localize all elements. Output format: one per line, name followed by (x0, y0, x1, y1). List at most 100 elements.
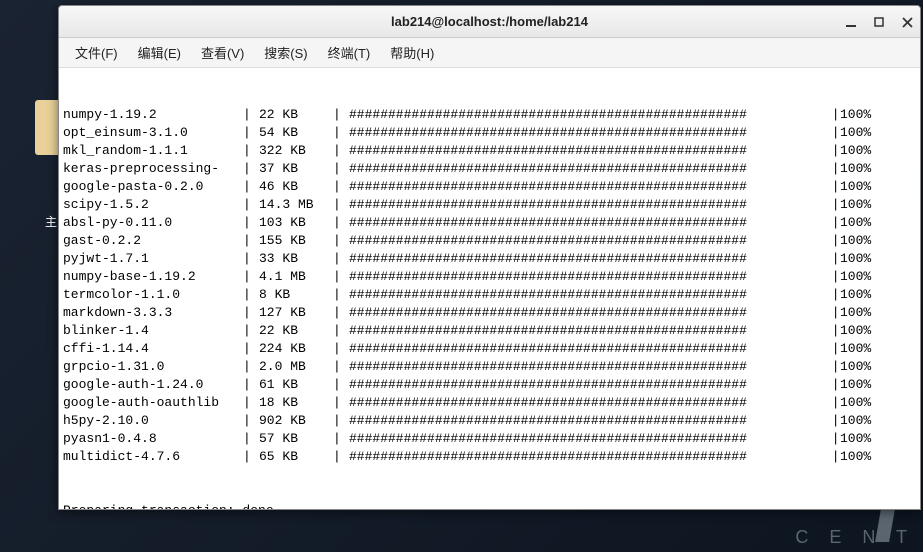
package-row: gast-0.2.2| 155 KB| ####################… (63, 232, 916, 250)
menu-view[interactable]: 查看(V) (191, 39, 254, 66)
progress-bar: ########################################… (349, 214, 824, 232)
close-button[interactable] (898, 13, 916, 31)
package-name: opt_einsum-3.1.0 (63, 124, 243, 142)
progress-bar: ########################################… (349, 448, 824, 466)
package-size: 127 KB (259, 304, 333, 322)
package-percent: 100% (840, 196, 871, 214)
progress-bar: ########################################… (349, 304, 824, 322)
package-row: grpcio-1.31.0| 2.0 MB| #################… (63, 358, 916, 376)
package-name: google-auth-1.24.0 (63, 376, 243, 394)
package-name: cffi-1.14.4 (63, 340, 243, 358)
close-icon (902, 17, 913, 28)
package-size: 103 KB (259, 214, 333, 232)
package-row: h5py-2.10.0| 902 KB| ###################… (63, 412, 916, 430)
package-size: 2.0 MB (259, 358, 333, 376)
separator: | (333, 250, 349, 268)
package-size: 57 KB (259, 430, 333, 448)
package-row: pyjwt-1.7.1| 33 KB| ####################… (63, 250, 916, 268)
menu-file[interactable]: 文件(F) (65, 39, 128, 66)
separator: | (243, 214, 259, 232)
package-percent: 100% (840, 430, 871, 448)
separator: | (243, 448, 259, 466)
package-name: scipy-1.5.2 (63, 196, 243, 214)
package-name: numpy-1.19.2 (63, 106, 243, 124)
progress-bar: ########################################… (349, 322, 824, 340)
menu-edit[interactable]: 编辑(E) (128, 39, 191, 66)
window-titlebar[interactable]: lab214@localhost:/home/lab214 (59, 6, 920, 38)
package-name: google-auth-oauthlib (63, 394, 243, 412)
package-name: google-pasta-0.2.0 (63, 178, 243, 196)
package-name: pyjwt-1.7.1 (63, 250, 243, 268)
separator: | (824, 376, 840, 394)
separator: | (243, 124, 259, 142)
separator: | (824, 412, 840, 430)
separator: | (243, 106, 259, 124)
maximize-icon (874, 17, 884, 27)
package-row: google-auth-oauthlib| 18 KB| ###########… (63, 394, 916, 412)
package-percent: 100% (840, 250, 871, 268)
separator: | (333, 430, 349, 448)
package-row: google-auth-1.24.0| 61 KB| #############… (63, 376, 916, 394)
package-size: 14.3 MB (259, 196, 333, 214)
separator: | (243, 142, 259, 160)
package-percent: 100% (840, 358, 871, 376)
package-name: absl-py-0.11.0 (63, 214, 243, 232)
separator: | (824, 214, 840, 232)
package-size: 37 KB (259, 160, 333, 178)
package-name: multidict-4.7.6 (63, 448, 243, 466)
separator: | (333, 268, 349, 286)
package-percent: 100% (840, 214, 871, 232)
separator: | (333, 358, 349, 376)
package-percent: 100% (840, 340, 871, 358)
progress-bar: ########################################… (349, 250, 824, 268)
package-row: multidict-4.7.6| 65 KB| ################… (63, 448, 916, 466)
package-percent: 100% (840, 448, 871, 466)
separator: | (824, 106, 840, 124)
package-row: termcolor-1.1.0| 8 KB| #################… (63, 286, 916, 304)
menu-search[interactable]: 搜索(S) (254, 39, 317, 66)
menu-help[interactable]: 帮助(H) (380, 39, 444, 66)
separator: | (243, 358, 259, 376)
separator: | (243, 394, 259, 412)
separator: | (243, 286, 259, 304)
package-row: opt_einsum-3.1.0| 54 KB| ###############… (63, 124, 916, 142)
separator: | (243, 340, 259, 358)
separator: | (243, 232, 259, 250)
minimize-button[interactable] (842, 13, 860, 31)
package-row: numpy-1.19.2| 22 KB| ###################… (63, 106, 916, 124)
separator: | (824, 358, 840, 376)
progress-bar: ########################################… (349, 106, 824, 124)
progress-bar: ########################################… (349, 178, 824, 196)
package-row: google-pasta-0.2.0| 46 KB| #############… (63, 178, 916, 196)
progress-bar: ########################################… (349, 430, 824, 448)
package-size: 4.1 MB (259, 268, 333, 286)
package-size: 18 KB (259, 394, 333, 412)
progress-bar: ########################################… (349, 196, 824, 214)
separator: | (333, 376, 349, 394)
package-percent: 100% (840, 160, 871, 178)
separator: | (824, 250, 840, 268)
terminal-output[interactable]: numpy-1.19.2| 22 KB| ###################… (59, 68, 920, 509)
package-percent: 100% (840, 286, 871, 304)
separator: | (824, 322, 840, 340)
maximize-button[interactable] (870, 13, 888, 31)
package-row: mkl_random-1.1.1| 322 KB| ##############… (63, 142, 916, 160)
separator: | (333, 232, 349, 250)
package-size: 33 KB (259, 250, 333, 268)
package-percent: 100% (840, 106, 871, 124)
package-size: 61 KB (259, 376, 333, 394)
package-name: termcolor-1.1.0 (63, 286, 243, 304)
menu-terminal[interactable]: 终端(T) (318, 39, 381, 66)
separator: | (333, 214, 349, 232)
package-size: 46 KB (259, 178, 333, 196)
desktop-folder-label: 主 (45, 213, 57, 230)
separator: | (243, 322, 259, 340)
progress-bar: ########################################… (349, 232, 824, 250)
separator: | (333, 412, 349, 430)
separator: | (824, 124, 840, 142)
separator: | (333, 196, 349, 214)
terminal-window: lab214@localhost:/home/lab214 文件(F) 编辑(E… (58, 5, 921, 510)
package-percent: 100% (840, 178, 871, 196)
brand-text: C E N T (795, 527, 915, 548)
separator: | (243, 430, 259, 448)
